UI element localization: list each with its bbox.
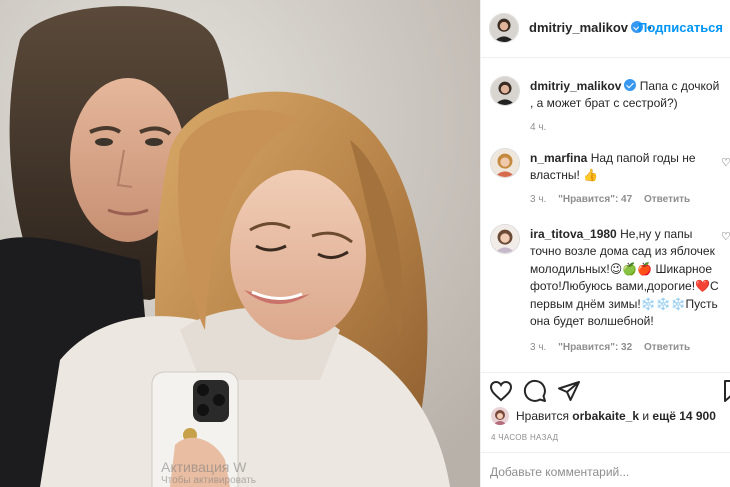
comment-likes-count[interactable]: "Нравится": 47 (558, 194, 632, 205)
reply-button[interactable]: Ответить (644, 194, 690, 205)
share-icon[interactable] (557, 379, 581, 403)
follow-button[interactable]: Подписаться (638, 20, 723, 35)
author-username-text[interactable]: dmitriy_malikov (529, 20, 628, 35)
comment-meta: 3 ч. "Нравится": 32 Ответить (530, 342, 699, 353)
comment-meta: 3 ч. "Нравится": 47 Ответить (530, 194, 699, 205)
caption-author-avatar[interactable] (490, 76, 520, 106)
commenter-avatar[interactable] (490, 148, 520, 178)
caption-meta: 4 ч. (530, 122, 555, 133)
author-username[interactable]: dmitriy_malikov • (529, 20, 655, 35)
comment: ira_titova_1980 Не,ну у папы точно возле… (530, 226, 720, 330)
comment-icon[interactable] (523, 379, 547, 403)
heart-icon[interactable] (489, 379, 513, 403)
post-photo[interactable] (0, 0, 480, 487)
commenter-avatar[interactable] (490, 224, 520, 254)
comment-text: Не,ну у папы точно возле дома сад из ябл… (530, 227, 719, 329)
windows-activation-subtext: Чтобы активировать (161, 475, 256, 486)
comment-like-heart-icon[interactable]: ♡ (721, 156, 730, 169)
caption-time[interactable]: 4 ч. (530, 122, 546, 133)
post-side-panel: dmitriy_malikov • Подписаться dmitriy_mal… (480, 0, 730, 487)
post-header: dmitriy_malikov • Подписаться (481, 0, 730, 58)
liker-avatar[interactable] (491, 407, 509, 425)
caption-username[interactable]: dmitriy_malikov (530, 79, 621, 93)
post-timestamp[interactable]: 4 ЧАСОВ НАЗАД (491, 433, 558, 442)
liker-username[interactable]: orbakaite_k (572, 409, 639, 423)
comment-username[interactable]: ira_titova_1980 (530, 227, 617, 241)
caption: dmitriy_malikov Папа с дочкой , а может … (530, 78, 720, 113)
likes-connector: и (642, 409, 650, 423)
post-photo-image (0, 0, 480, 487)
add-comment-row (481, 452, 730, 487)
comment-like-heart-icon[interactable]: ♡ (721, 230, 730, 243)
post-actions (481, 372, 730, 407)
bookmark-icon[interactable] (721, 379, 730, 403)
windows-activation-watermark: Активация W (161, 459, 247, 475)
likes-prefix: Нравится (516, 409, 569, 423)
comment-likes-count[interactable]: "Нравится": 32 (558, 342, 632, 353)
likes-count-link[interactable]: ещё 14 900 (652, 409, 716, 423)
comment-time[interactable]: 3 ч. (530, 194, 546, 205)
comment-time[interactable]: 3 ч. (530, 342, 546, 353)
reply-button[interactable]: Ответить (644, 342, 690, 353)
comments-list[interactable]: dmitriy_malikov Папа с дочкой , а может … (481, 58, 730, 370)
verified-badge-icon (624, 79, 637, 91)
comment-username[interactable]: n_marfina (530, 151, 587, 165)
add-comment-input[interactable] (490, 465, 640, 479)
comment: n_marfina Над папой годы не властны! 👍 (530, 150, 720, 185)
author-avatar[interactable] (489, 13, 519, 43)
